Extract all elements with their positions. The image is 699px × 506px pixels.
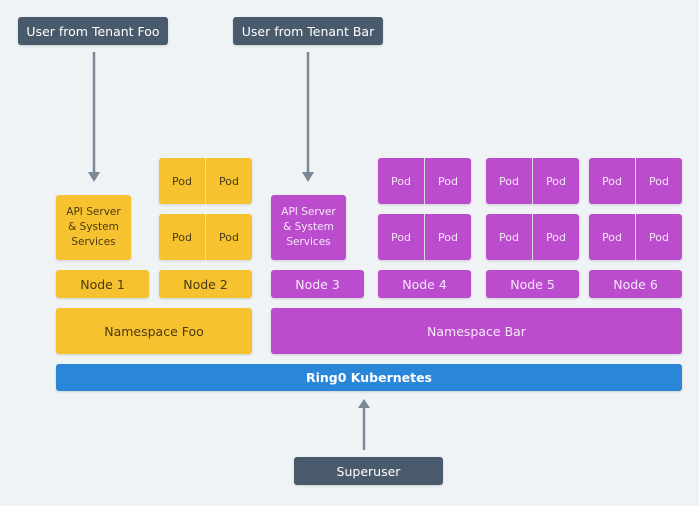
pod: Pod (636, 158, 682, 204)
api-server-foo: API Server & System Services (56, 195, 131, 260)
node-6: Node 6 (589, 270, 682, 298)
pod: Pod (378, 158, 424, 204)
node-2: Node 2 (159, 270, 252, 298)
arrow-superuser-to-cluster (358, 399, 370, 450)
pod: Pod (533, 158, 579, 204)
pod: Pod (533, 214, 579, 260)
node-3: Node 3 (271, 270, 364, 298)
arrow-foo-to-api (88, 52, 100, 182)
pod: Pod (159, 158, 205, 204)
api-server-bar: API Server & System Services (271, 195, 346, 260)
node-5: Node 5 (486, 270, 579, 298)
pod: Pod (425, 158, 471, 204)
api-server-line1: API Server (66, 206, 121, 218)
superuser-box: Superuser (294, 457, 443, 485)
pod: Pod (636, 214, 682, 260)
pod: Pod (206, 158, 252, 204)
node-1: Node 1 (56, 270, 149, 298)
node-4: Node 4 (378, 270, 471, 298)
ring0-kubernetes-cluster: Ring0 Kubernetes (56, 364, 682, 391)
namespace-bar: Namespace Bar (271, 308, 682, 354)
pod: Pod (589, 158, 635, 204)
pod: Pod (206, 214, 252, 260)
pod: Pod (486, 158, 532, 204)
arrow-bar-to-api (302, 52, 314, 182)
api-server-line1: API Server (281, 206, 336, 218)
pod: Pod (425, 214, 471, 260)
api-server-line3: Services (286, 236, 331, 248)
api-server-line3: Services (71, 236, 116, 248)
namespace-foo: Namespace Foo (56, 308, 252, 354)
api-server-line2: & System (283, 221, 334, 233)
pod: Pod (589, 214, 635, 260)
api-server-line2: & System (68, 221, 119, 233)
user-tenant-foo-box: User from Tenant Foo (18, 17, 168, 45)
pod: Pod (159, 214, 205, 260)
pod: Pod (486, 214, 532, 260)
user-tenant-bar-box: User from Tenant Bar (233, 17, 383, 45)
pod: Pod (378, 214, 424, 260)
